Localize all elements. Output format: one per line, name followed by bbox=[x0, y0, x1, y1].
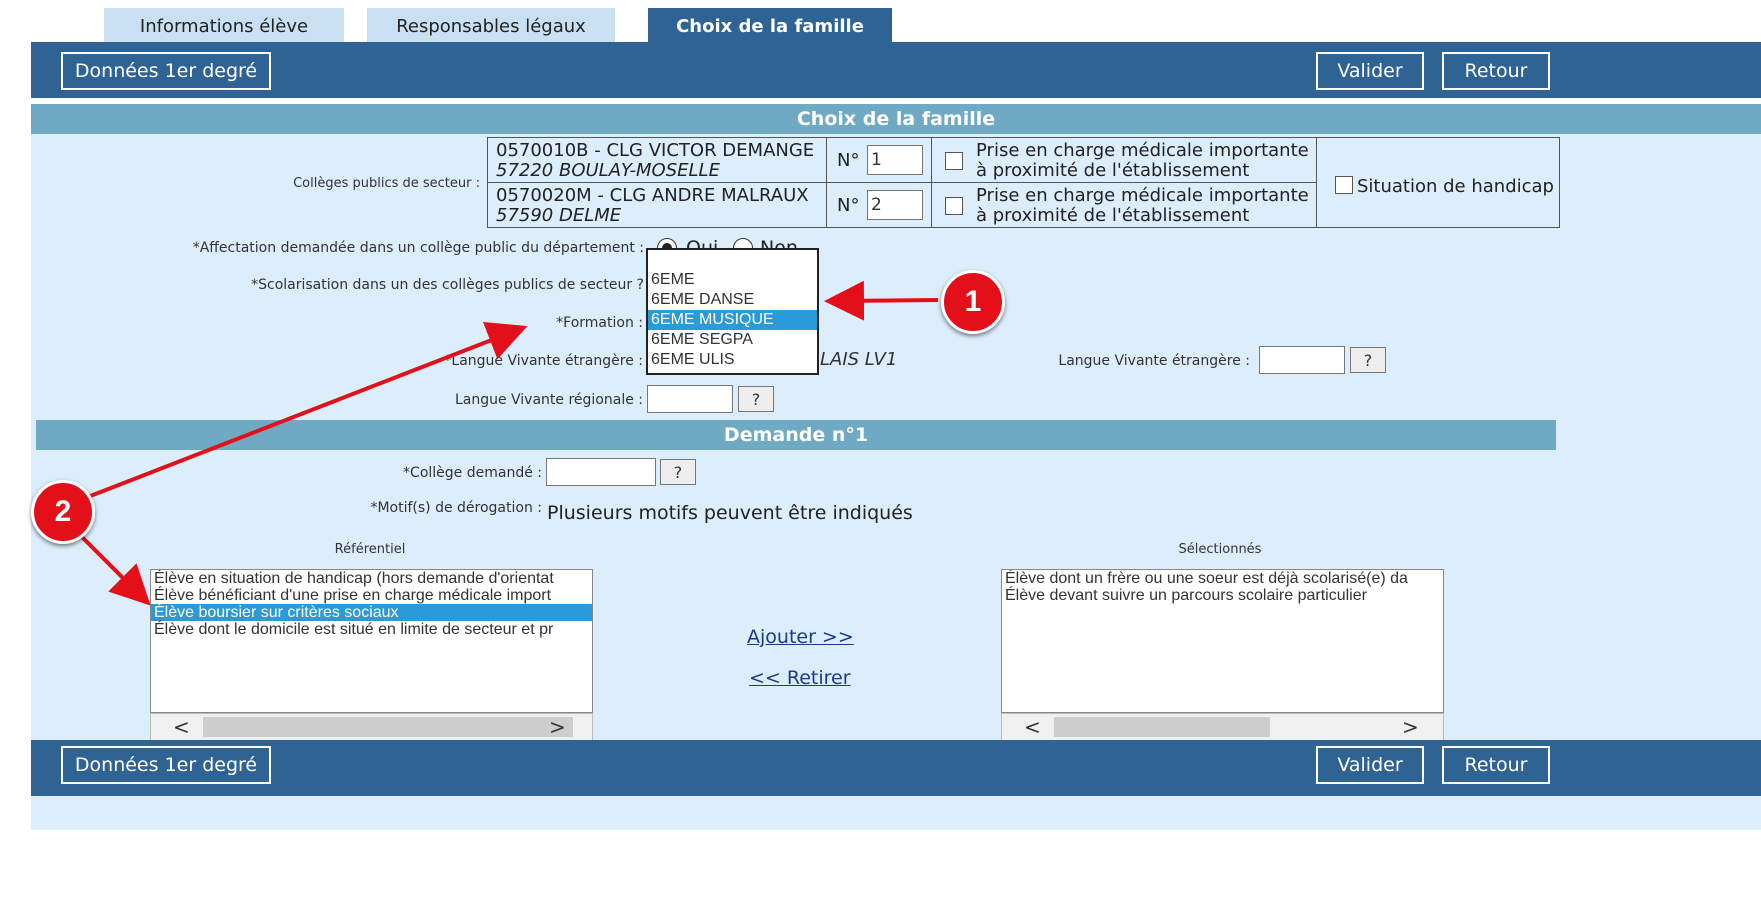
annotation-arrows bbox=[78, 280, 939, 606]
annotation-badge-2: 2 bbox=[31, 480, 95, 544]
arrow-2b bbox=[78, 533, 151, 606]
annotation-badge-1: 1 bbox=[941, 270, 1005, 334]
arrow-2a bbox=[79, 321, 528, 502]
arrow-1 bbox=[824, 280, 939, 321]
